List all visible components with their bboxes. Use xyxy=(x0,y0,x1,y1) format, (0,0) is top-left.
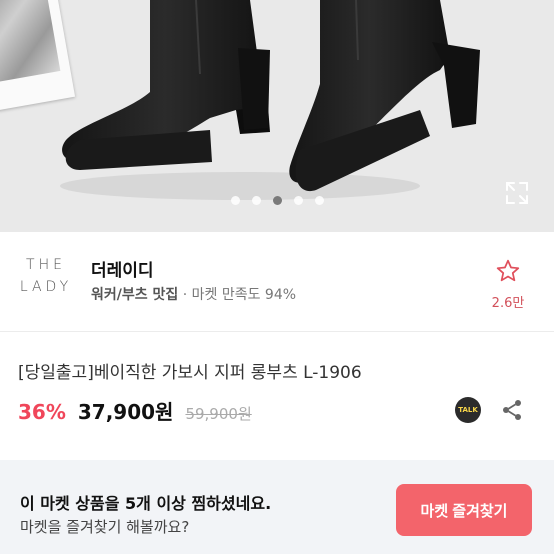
carousel-dots xyxy=(0,195,554,205)
banner-subtitle: 마켓을 즐겨찾기 해볼까요? xyxy=(20,518,190,536)
price-row: 36% 37,900원 59,900원 xyxy=(18,396,252,425)
shop-info[interactable]: THE LADY 더레이디 워커/부츠 맛집 · 마켓 만족도 94% 2.6만 xyxy=(0,232,554,332)
kakao-talk-icon[interactable]: TALK xyxy=(455,397,481,423)
add-market-favorite-button[interactable]: 마켓 즐겨찾기 xyxy=(396,484,532,536)
banner-title: 이 마켓 상품을 5개 이상 찜하셨네요. xyxy=(20,494,272,513)
favorite-count: 2.6만 xyxy=(491,296,525,311)
original-price: 59,900원 xyxy=(185,405,252,423)
shop-logo-line2: LADY xyxy=(19,279,73,295)
carousel-dot[interactable] xyxy=(314,195,324,205)
sale-price: 37,900원 xyxy=(77,400,174,424)
favorite-market-banner: 이 마켓 상품을 5개 이상 찜하셨네요. 마켓을 즐겨찾기 해볼까요? 마켓 … xyxy=(0,460,554,554)
shop-logo[interactable]: THE LADY xyxy=(16,254,76,310)
carousel-dot[interactable] xyxy=(251,195,261,205)
share-icon[interactable] xyxy=(500,398,524,422)
talk-label: TALK xyxy=(458,406,478,414)
product-title: [당일출고]베이직한 가보시 지퍼 롱부츠 L-1906 xyxy=(18,363,362,383)
shop-category: 워커/부츠 맛집 xyxy=(91,287,179,303)
shop-name[interactable]: 더레이디 xyxy=(91,256,154,281)
shop-logo-line1: THE xyxy=(26,257,66,273)
star-outline-icon xyxy=(496,259,520,282)
expand-icon[interactable] xyxy=(504,180,530,206)
carousel-dot[interactable] xyxy=(293,195,303,205)
carousel-dot[interactable] xyxy=(230,195,240,205)
shop-meta: 워커/부츠 맛집 · 마켓 만족도 94% xyxy=(91,284,296,304)
favorite-shop-button[interactable]: 2.6만 xyxy=(488,258,528,311)
carousel-dot-active[interactable] xyxy=(272,195,282,205)
product-image[interactable] xyxy=(0,0,554,232)
discount-rate: 36% xyxy=(18,400,66,424)
shop-satisfaction: · 마켓 만족도 94% xyxy=(182,287,297,303)
